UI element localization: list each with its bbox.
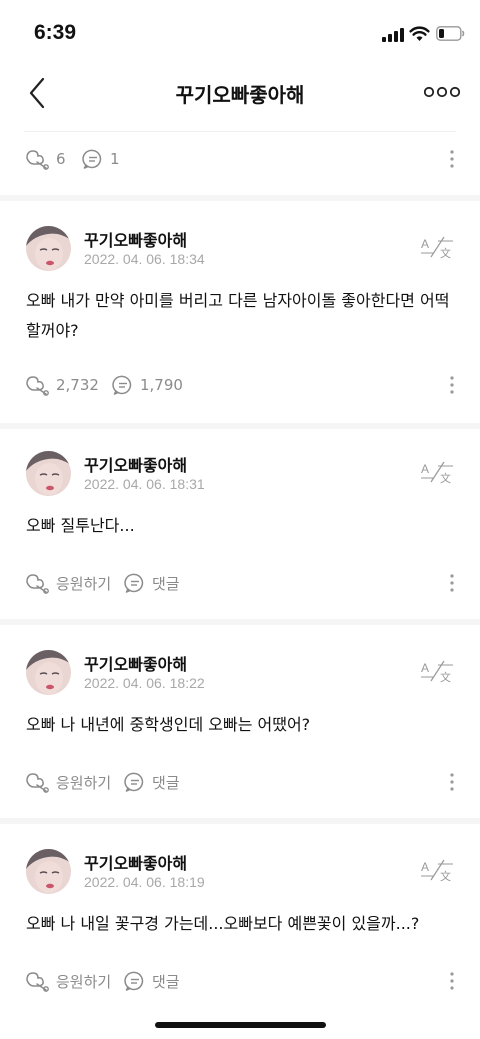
nav-bar: 꾸기오빠좋아해 [0, 64, 480, 122]
comment-icon [124, 971, 144, 991]
comment-label: 댓글 [152, 574, 180, 593]
cellular-signal-icon [382, 28, 404, 42]
cheer-button[interactable]: 응원하기 [24, 768, 111, 796]
post-text: 오빠 질투난다... [26, 516, 135, 535]
comment-icon [112, 375, 132, 395]
author-name[interactable]: 꾸기오빠좋아해 [84, 850, 187, 874]
author-name[interactable]: 꾸기오빠좋아해 [84, 227, 187, 251]
comment-button[interactable]: 1,790 [112, 371, 183, 399]
svg-text:文: 文 [440, 670, 451, 683]
post-text: 오빠 내가 만약 아미를 버리고 다른 남자아이돌 좋아한다면 어떡할꺼야? [26, 291, 450, 340]
more-icon[interactable] [424, 84, 460, 100]
cheer-button[interactable]: 2,732 [24, 371, 99, 399]
post-card: 꾸기오빠좋아해 2022. 04. 06. 18:31 A 文 오빠 질투난다.… [0, 426, 480, 619]
comment-label: 댓글 [152, 972, 180, 991]
post-text: 오빠 나 내일 꽃구경 가는데...오빠보다 예쁜꽃이 있을까...? [26, 914, 420, 933]
comment-button[interactable]: 댓글 [124, 768, 180, 796]
svg-text:A: A [421, 462, 429, 476]
post-actions: 응원하기 댓글 [24, 569, 464, 597]
cheer-label: 응원하기 [56, 972, 112, 991]
post-date: 2022. 04. 06. 18:22 [84, 675, 205, 691]
vertical-dots-icon[interactable] [450, 375, 454, 395]
comment-icon [124, 772, 144, 792]
home-indicator [155, 1022, 326, 1028]
post-actions: 응원하기 댓글 [24, 967, 464, 995]
translate-icon[interactable]: A 文 [420, 858, 454, 882]
comment-count: 1 [110, 150, 120, 168]
page-title: 꾸기오빠좋아해 [175, 83, 305, 107]
cheer-icon [26, 773, 49, 793]
svg-text:A: A [421, 860, 429, 874]
avatar[interactable] [26, 226, 71, 271]
translate-icon[interactable]: A 文 [420, 460, 454, 484]
cheer-icon [26, 972, 49, 992]
post-date: 2022. 04. 06. 18:19 [84, 874, 205, 890]
post-actions: 2,732 1,790 [24, 371, 464, 399]
author-name[interactable]: 꾸기오빠좋아해 [84, 452, 187, 476]
svg-text:文: 文 [440, 471, 451, 484]
cheer-count: 2,732 [56, 376, 99, 394]
previous-post-actions: 6 1 [24, 145, 464, 173]
comment-label: 댓글 [152, 773, 180, 792]
svg-text:文: 文 [440, 246, 451, 259]
cheer-button[interactable]: 응원하기 [24, 569, 111, 597]
vertical-dots-icon[interactable] [450, 149, 454, 169]
cheer-label: 응원하기 [56, 773, 112, 792]
cheer-count: 6 [56, 150, 66, 168]
comment-icon [124, 573, 144, 593]
svg-text:A: A [421, 237, 429, 251]
cheer-button[interactable]: 응원하기 [24, 967, 111, 995]
vertical-dots-icon[interactable] [450, 573, 454, 593]
cheer-button[interactable]: 6 [24, 145, 66, 173]
svg-text:文: 文 [440, 869, 451, 882]
comment-button[interactable]: 댓글 [124, 967, 180, 995]
vertical-dots-icon[interactable] [450, 772, 454, 792]
post-text: 오빠 나 내년에 중학생인데 오빠는 어땠어? [26, 715, 311, 734]
cheer-icon [26, 376, 49, 396]
battery-icon [436, 26, 465, 41]
post-card: 꾸기오빠좋아해 2022. 04. 06. 18:22 A 文 오빠 나 내년에… [0, 625, 480, 818]
status-time: 6:39 [34, 21, 77, 44]
comment-button[interactable]: 1 [82, 145, 120, 173]
post-card: 꾸기오빠좋아해 2022. 04. 06. 18:19 A 文 오빠 나 내일 … [0, 824, 480, 1024]
status-bar: 6:39 [0, 0, 480, 64]
cheer-icon [26, 574, 49, 594]
divider [24, 131, 456, 132]
author-name[interactable]: 꾸기오빠좋아해 [84, 651, 187, 675]
avatar[interactable] [26, 451, 71, 496]
post-actions: 응원하기 댓글 [24, 768, 464, 796]
translate-icon[interactable]: A 文 [420, 659, 454, 683]
comment-icon [82, 149, 102, 169]
cheer-icon [26, 150, 49, 170]
svg-text:A: A [421, 661, 429, 675]
translate-icon[interactable]: A 文 [420, 235, 454, 259]
wifi-icon [409, 26, 430, 41]
post-card: 꾸기오빠좋아해 2022. 04. 06. 18:34 A 文 오빠 내가 만약… [0, 201, 480, 423]
avatar[interactable] [26, 650, 71, 695]
comment-count: 1,790 [140, 376, 183, 394]
comment-button[interactable]: 댓글 [124, 569, 180, 597]
vertical-dots-icon[interactable] [450, 971, 454, 991]
avatar[interactable] [26, 849, 71, 894]
cheer-label: 응원하기 [56, 574, 112, 593]
post-date: 2022. 04. 06. 18:34 [84, 251, 205, 267]
post-date: 2022. 04. 06. 18:31 [84, 476, 205, 492]
screen: 6:39 꾸기오빠좋아해 6 1 꾸기오빠좋아해 2022. 04. 06. 1… [0, 0, 480, 1039]
